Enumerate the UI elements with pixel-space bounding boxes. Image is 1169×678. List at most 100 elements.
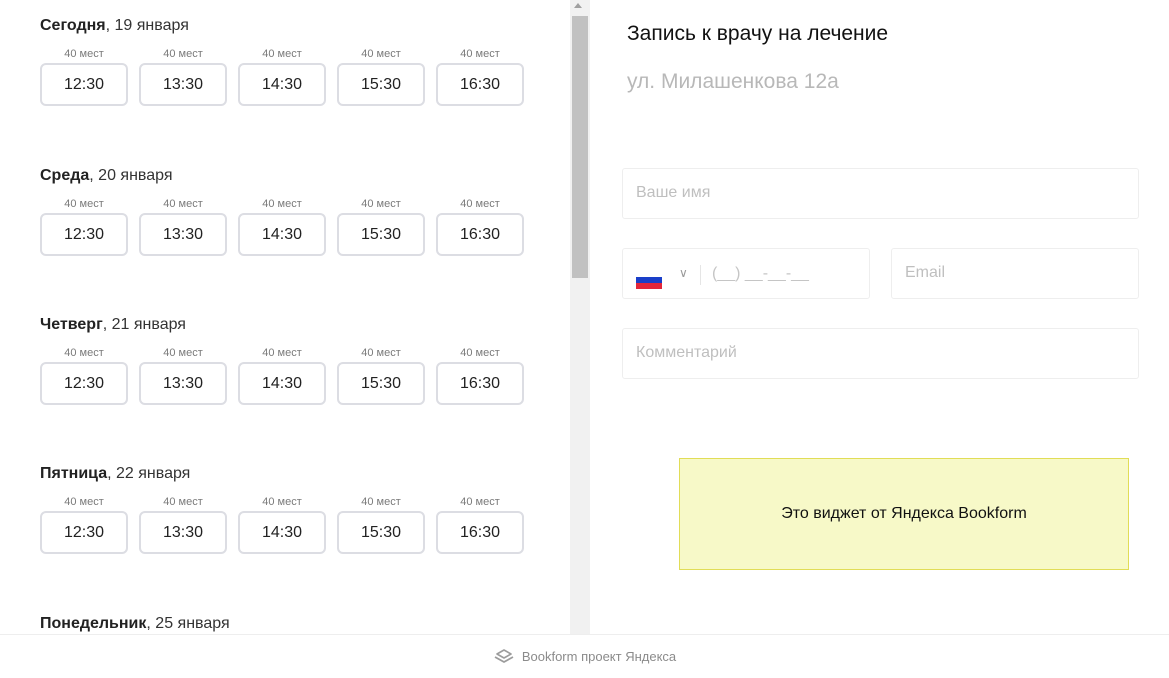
time-slot-button[interactable]: 13:30 [139,63,227,106]
time-slot-button[interactable]: 14:30 [238,63,326,106]
time-slot-button[interactable]: 12:30 [40,63,128,106]
time-slot: 40 мест 13:30 [139,346,227,405]
slot-capacity: 40 мест [460,198,500,210]
time-slot-button[interactable]: 16:30 [436,511,524,554]
slot-capacity: 40 мест [361,347,401,359]
day-name: Среда [40,167,90,184]
day-heading: Сегодня, 19 января [40,17,189,35]
time-slot-button[interactable]: 15:30 [337,63,425,106]
day-group: Четверг, 21 января 40 мест 12:30 40 мест 1… [40,316,524,405]
time-slot-button[interactable]: 12:30 [40,213,128,256]
footer: Bookform проект Яндекса [0,634,1169,678]
time-slot: 40 мест 15:30 [337,346,425,405]
slot-capacity: 40 мест [64,496,104,508]
name-field[interactable]: Ваше имя [622,168,1139,219]
comment-field[interactable]: Комментарий [622,328,1139,379]
time-slot: 40 мест 16:30 [436,197,524,256]
time-slot-button[interactable]: 12:30 [40,511,128,554]
time-slot: 40 мест 12:30 [40,47,128,106]
time-slot: 40 мест 12:30 [40,197,128,256]
time-slot-button[interactable]: 16:30 [436,362,524,405]
day-heading: Четверг, 21 января [40,316,186,334]
slot-capacity: 40 мест [64,48,104,60]
day-date: , 19 января [105,17,189,34]
time-slot-button[interactable]: 15:30 [337,511,425,554]
time-slots: 40 мест 12:30 40 мест 13:30 40 мест 14:30 4… [40,346,540,416]
email-field[interactable]: Email [891,248,1139,299]
time-slot: 40 мест 16:30 [436,495,524,554]
time-slot-button[interactable]: 16:30 [436,63,524,106]
widget-note-text: Это виджет от Яндекса Bookform [781,505,1027,522]
form-title: Запись к врачу на лечение [627,22,889,45]
time-slots: 40 мест 12:30 40 мест 13:30 40 мест 14:30 4… [40,495,540,565]
bookform-logo-icon [493,648,515,666]
slot-capacity: 40 мест [361,48,401,60]
time-slot-button[interactable]: 13:30 [139,362,227,405]
slot-capacity: 40 мест [262,496,302,508]
time-slot-button[interactable]: 12:30 [40,362,128,405]
time-slot-button[interactable]: 13:30 [139,511,227,554]
time-slot: 40 мест 16:30 [436,47,524,106]
slot-capacity: 40 мест [262,48,302,60]
time-slot: 40 мест 15:30 [337,47,425,106]
phone-field[interactable]: ∨ (__) __-__-__ [622,248,870,299]
time-slot-button[interactable]: 14:30 [238,511,326,554]
name-placeholder: Ваше имя [636,184,711,201]
time-slot: 40 мест 16:30 [436,346,524,405]
day-date: , 20 января [89,167,173,184]
divider [700,265,701,285]
time-slot-button[interactable]: 14:30 [238,362,326,405]
slot-capacity: 40 мест [361,198,401,210]
slot-capacity: 40 мест [163,496,203,508]
time-slot-button[interactable]: 16:30 [436,213,524,256]
widget-note: Это виджет от Яндекса Bookform [679,458,1129,570]
time-slots: 40 мест 12:30 40 мест 13:30 40 мест 14:30 4… [40,47,540,117]
time-slot-button[interactable]: 13:30 [139,213,227,256]
form-address: ул. Милашенкова 12а [627,70,839,93]
slot-capacity: 40 мест [460,347,500,359]
time-slot: 40 мест 14:30 [238,197,326,256]
time-slot: 40 мест 13:30 [139,47,227,106]
slot-capacity: 40 мест [460,48,500,60]
day-name: Понедельник [40,615,147,632]
slot-capacity: 40 мест [64,198,104,210]
day-name: Четверг [40,316,103,333]
time-slot: 40 мест 14:30 [238,346,326,405]
slot-capacity: 40 мест [262,198,302,210]
day-heading: Понедельник, 25 января [40,615,230,633]
slot-capacity: 40 мест [163,198,203,210]
slot-capacity: 40 мест [163,347,203,359]
scrollbar[interactable] [570,0,590,634]
phone-mask: (__) __-__-__ [712,265,809,282]
slot-capacity: 40 мест [163,48,203,60]
scrollbar-thumb[interactable] [572,16,588,278]
day-date: , 25 января [146,615,230,632]
time-slot: 40 мест 14:30 [238,495,326,554]
day-heading: Пятница, 22 января [40,465,190,483]
day-date: , 22 января [107,465,191,482]
slot-capacity: 40 мест [460,496,500,508]
time-slot: 40 мест 13:30 [139,197,227,256]
slot-capacity: 40 мест [64,347,104,359]
scroll-up-arrow-icon[interactable] [574,3,582,8]
chevron-down-icon[interactable]: ∨ [679,266,688,280]
day-group: Среда, 20 января 40 мест 12:30 40 мест 13:… [40,167,524,256]
day-name: Сегодня [40,17,106,34]
day-group: Сегодня, 19 января 40 мест 12:30 40 мест 1… [40,17,524,106]
time-slot: 40 мест 15:30 [337,197,425,256]
time-slot: 40 мест 15:30 [337,495,425,554]
time-slot-button[interactable]: 15:30 [337,213,425,256]
russia-flag-icon[interactable] [636,272,662,289]
time-slot: 40 мест 14:30 [238,47,326,106]
time-slots: 40 мест 12:30 40 мест 13:30 40 мест 14:30 4… [40,197,540,267]
time-slot-button[interactable]: 15:30 [337,362,425,405]
time-slot-button[interactable]: 14:30 [238,213,326,256]
comment-placeholder: Комментарий [636,344,737,361]
booking-form: Запись к врачу на лечение ул. Милашенков… [590,0,1169,634]
day-heading: Среда, 20 января [40,167,173,185]
footer-brand[interactable]: Bookform проект Яндекса [522,649,676,664]
schedule-panel: Сегодня, 19 января 40 мест 12:30 40 мест 1… [0,0,570,634]
day-group: Понедельник, 25 января [40,615,230,633]
time-slot: 40 мест 12:30 [40,495,128,554]
day-date: , 21 января [102,316,186,333]
